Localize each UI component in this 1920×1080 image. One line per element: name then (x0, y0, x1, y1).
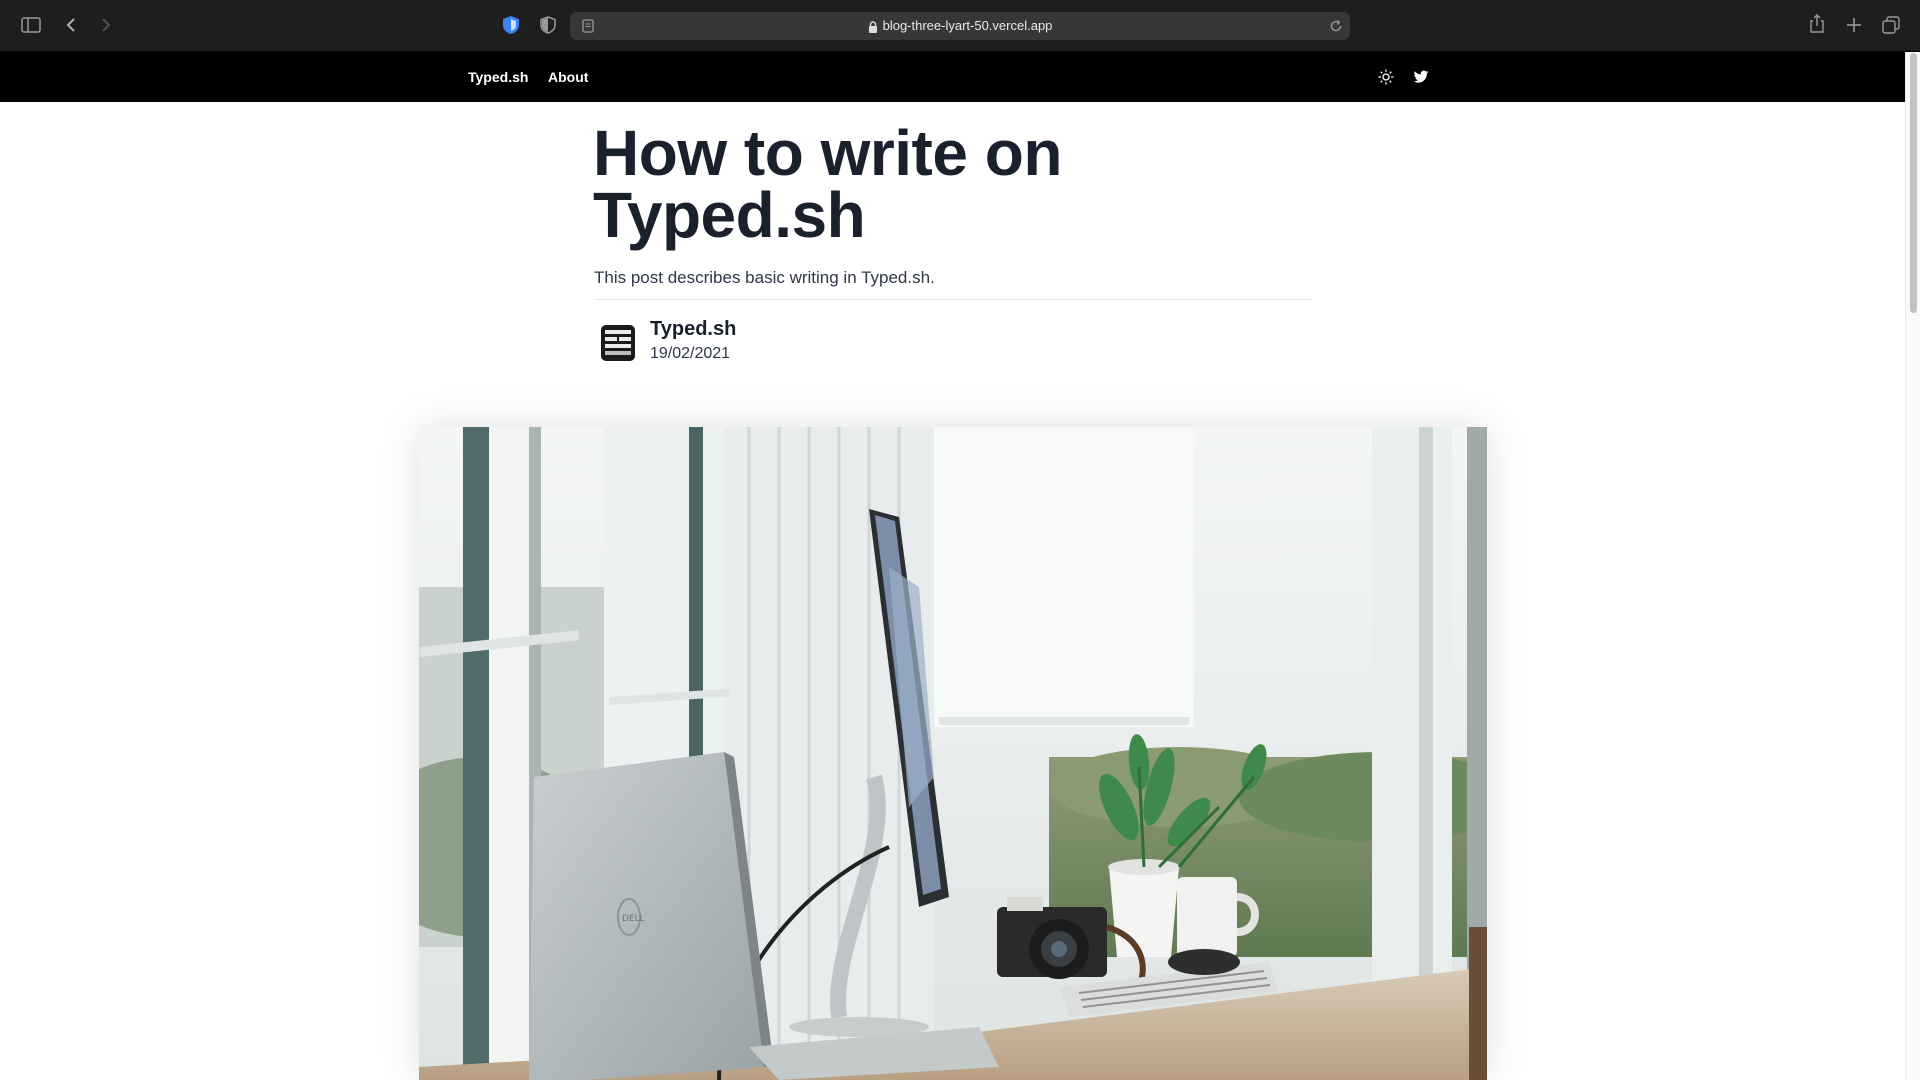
page-scrollbar[interactable] (1905, 52, 1920, 1080)
twitter-icon[interactable] (1413, 69, 1429, 85)
nav-brand-link[interactable]: Typed.sh (468, 52, 528, 102)
laptop-logo: DELL (622, 914, 645, 924)
hero-image: DELL (419, 427, 1487, 1080)
tab-overview-icon[interactable] (1882, 16, 1900, 34)
reload-icon[interactable] (1329, 19, 1343, 33)
scrollbar-thumb[interactable] (1910, 53, 1917, 313)
post-title: How to write on Typed.sh (593, 117, 1062, 251)
sidebar-icon[interactable] (21, 17, 41, 33)
header-divider (594, 299, 1312, 300)
author-avatar-icon (601, 325, 635, 361)
bitwarden-shield-icon[interactable] (502, 15, 520, 35)
address-bar[interactable]: blog-three-lyart-50.vercel.app (570, 12, 1350, 40)
forward-icon[interactable] (101, 17, 111, 33)
desk-photo: DELL (419, 427, 1487, 1080)
url-label: blog-three-lyart-50.vercel.app (882, 18, 1053, 33)
privacy-shield-icon[interactable] (540, 16, 556, 34)
new-tab-icon[interactable] (1846, 17, 1862, 33)
share-icon[interactable] (1809, 14, 1825, 34)
nav-about-link[interactable]: About (548, 52, 588, 102)
back-icon[interactable] (66, 17, 76, 33)
theme-toggle-icon[interactable] (1378, 69, 1394, 85)
post-date: 19/02/2021 (650, 345, 731, 362)
author-name[interactable]: Typed.sh (650, 318, 736, 341)
site-navbar: Typed.sh About (0, 52, 1905, 102)
url-text[interactable]: blog-three-lyart-50.vercel.app (570, 12, 1350, 40)
lock-icon (868, 20, 877, 33)
browser-toolbar: blog-three-lyart-50.vercel.app (0, 0, 1920, 52)
post-description: This post describes basic writing in Typ… (594, 268, 935, 287)
